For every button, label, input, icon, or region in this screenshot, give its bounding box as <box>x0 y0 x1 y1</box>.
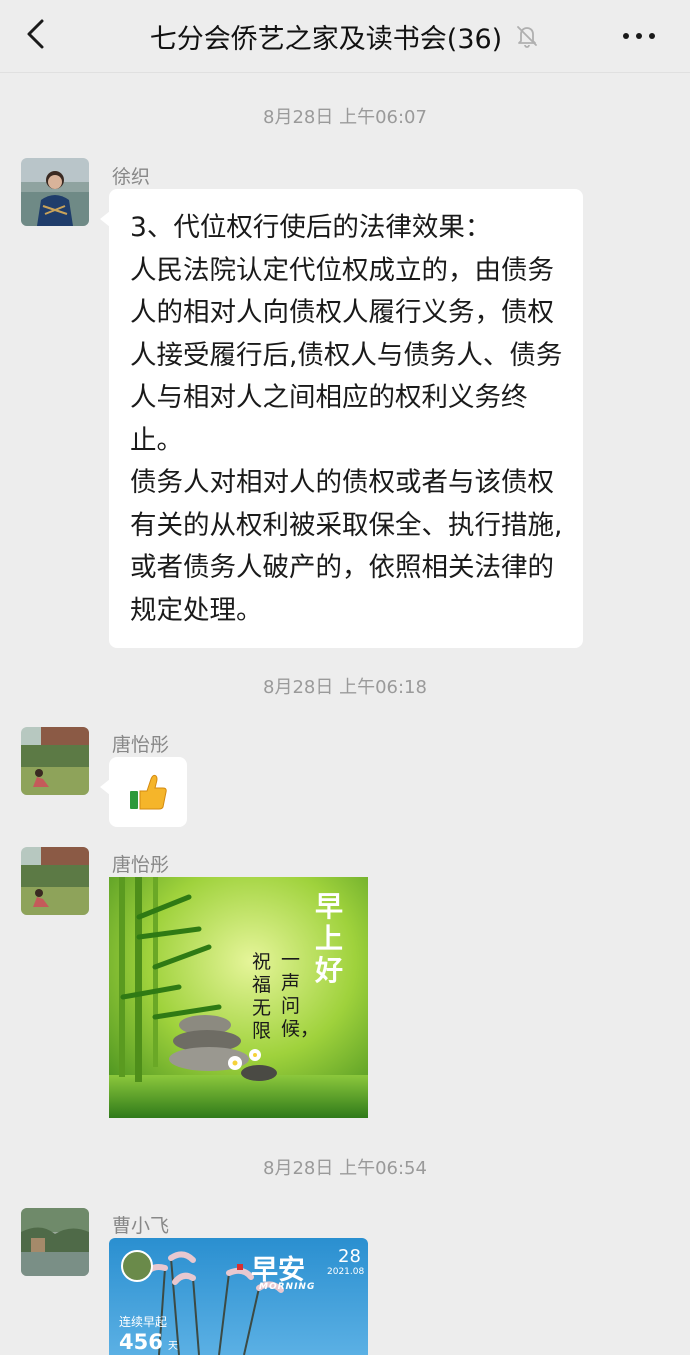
sender-name: 徐织 <box>112 166 151 188</box>
image-message[interactable]: 早 上 好 一声问候， 祝福无限 <box>109 877 368 1118</box>
streak-count: 456 <box>119 1330 163 1354</box>
more-dots-icon <box>623 33 655 39</box>
timestamp: 8月28日 上午06:18 <box>263 677 427 698</box>
image-caption-line2: 祝福无限 <box>252 951 272 1042</box>
streak-label: 连续早起 <box>119 1315 168 1329</box>
timestamp: 8月28日 上午06:54 <box>263 1158 427 1179</box>
timestamp: 8月28日 上午06:07 <box>263 107 427 128</box>
chat-title: 七分会侨艺之家及读书会(36) <box>149 23 503 55</box>
card-subtitle: MORNING <box>259 1282 316 1292</box>
streak-unit: 天 <box>167 1341 178 1352</box>
image-caption-line1: 一声问候， <box>281 949 320 1040</box>
checkin-card-message[interactable]: 早安 MORNING 28 2021.08 连续早起 456 天 <box>109 1238 368 1355</box>
bell-off-icon <box>517 26 538 48</box>
sender-name: 唐怡彤 <box>112 734 170 756</box>
thumbs-up-icon <box>130 774 167 810</box>
streak-count-row: 456 天 <box>119 1330 178 1354</box>
sender-name: 唐怡彤 <box>112 854 170 876</box>
avatar[interactable] <box>21 1208 89 1276</box>
more-button[interactable] <box>620 18 660 54</box>
avatar[interactable] <box>21 158 89 226</box>
sender-name: 曹小飞 <box>112 1215 170 1237</box>
title-area: 七分会侨艺之家及读书会(36) <box>0 18 690 55</box>
nav-bar: 七分会侨艺之家及读书会(36) <box>0 0 690 73</box>
card-day: 28 <box>338 1246 361 1267</box>
avatar[interactable] <box>21 727 89 795</box>
emoji-message-bubble[interactable]: 👍 <box>100 757 187 827</box>
message-text: 3、代位权行使后的法律效果： 人民法院认定代位权成立的，由债务人的相对人向债权人… <box>130 212 563 626</box>
card-date: 2021.08 <box>327 1267 365 1277</box>
avatar[interactable] <box>21 847 89 915</box>
text-message-bubble[interactable]: 3、代位权行使后的法律效果： 人民法院认定代位权成立的，由债务人的相对人向债权人… <box>100 189 583 648</box>
